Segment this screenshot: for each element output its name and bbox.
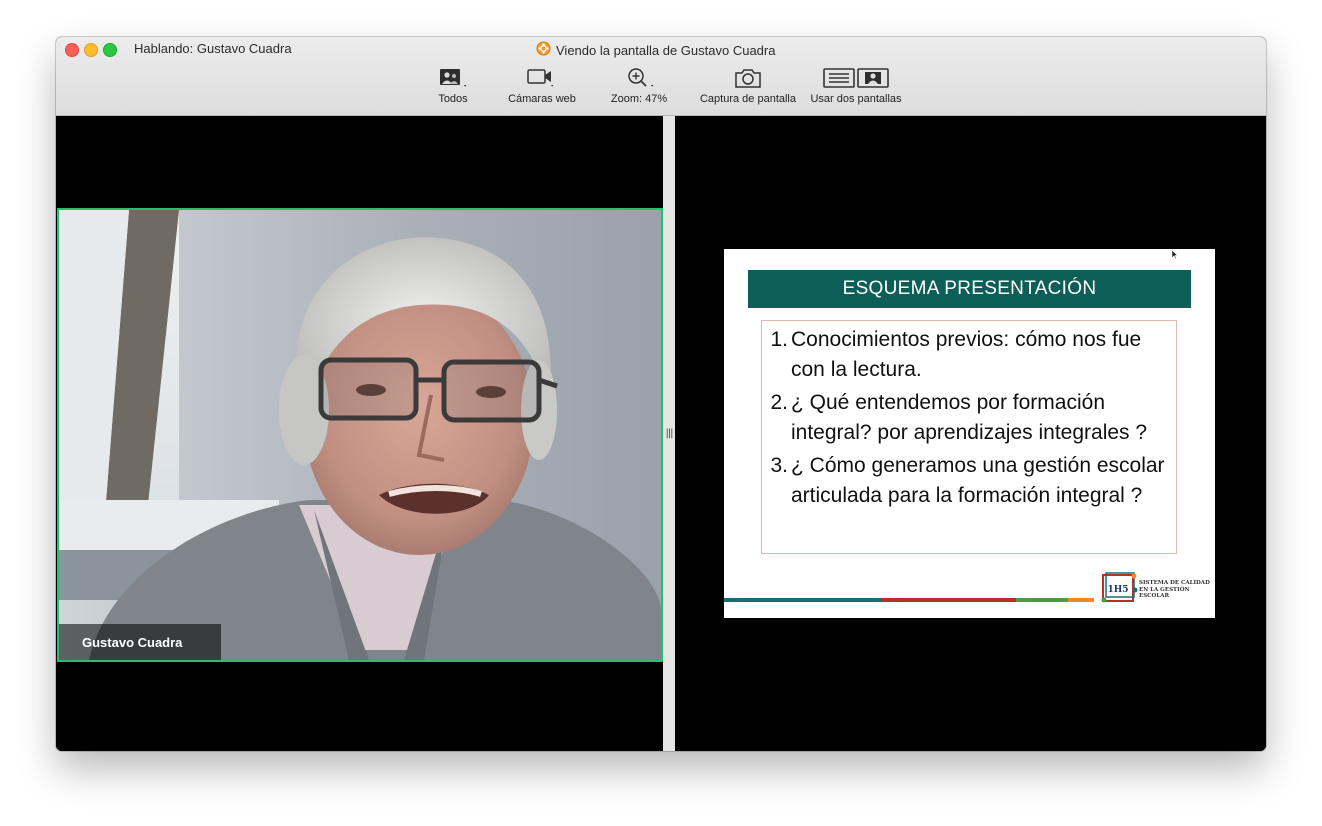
slide-content-box: 1. Conocimientos previos: cómo nos fue c… [761,320,1177,554]
zoom-in-icon [619,65,659,91]
slide-list-item: 2. ¿ Qué entendemos por formación integr… [762,388,1168,448]
resize-grip-icon: ||| [665,428,673,439]
close-window-button[interactable] [65,43,79,57]
zoom-share-icon [536,41,551,59]
slide-color-bar [724,598,1094,602]
participant-name-tag: Gustavo Cuadra [59,624,221,660]
split-view-divider[interactable]: ||| [663,116,675,751]
speaking-indicator: Hablando: Gustavo Cuadra [134,41,292,56]
mouse-pointer-icon [1172,250,1179,260]
webcams-label: Cámaras web [508,93,576,105]
maximize-window-button[interactable] [103,43,117,57]
screenshot-button[interactable]: Captura de pantalla [696,65,800,105]
svg-text:1H5: 1H5 [1107,585,1128,595]
logo-line: SISTEMA DE CALIDAD [1139,580,1210,586]
dual-screens-button[interactable]: Usar dos pantallas [808,65,904,105]
participant-video-image [59,210,661,660]
logo-text: SISTEMA DE CALIDAD EN LA GESTIÓN ESCOLAR [1139,580,1210,600]
camera-icon [733,65,763,91]
title-bar: Hablando: Gustavo Cuadra Viendo la panta… [56,37,1266,116]
gallery-view-button[interactable]: Todos [434,65,472,105]
window-title-text: Viendo la pantalla de Gustavo Cuadra [556,42,776,58]
meeting-content: Gustavo Cuadra ||| ESQUEMA PRESENTACIÓN … [56,116,1266,751]
slide-item-number: 2. [770,391,788,414]
screenshot-label: Captura de pantalla [699,93,796,105]
zoom-level-button[interactable]: Zoom: 47% [608,65,670,105]
slide-item-text: ¿ Qué entendemos por formación integral?… [791,391,1148,444]
video-camera-icon [522,65,562,91]
dual-screens-icon [821,65,891,91]
zoom-level-label: Zoom: 47% [610,93,668,105]
minimize-window-button[interactable] [84,43,98,57]
slide-item-number: 3. [770,454,788,477]
slide-item-text: ¿ Cómo generamos una gestión escolar art… [791,454,1165,507]
participant-video[interactable]: Gustavo Cuadra [57,208,663,662]
slide-item-number: 1. [770,328,788,351]
zoom-window: Hablando: Gustavo Cuadra Viendo la panta… [56,37,1266,751]
gallery-view-label: Todos [438,93,468,105]
quality-system-logo: 1H5 SISTEMA DE CALIDAD EN LA GESTIÓN ESC… [1100,572,1212,606]
webcams-button[interactable]: Cámaras web [506,65,578,105]
shared-screen-slide: ESQUEMA PRESENTACIÓN 1. Conocimientos pr… [724,249,1215,618]
slide-list-item: 1. Conocimientos previos: cómo nos fue c… [762,325,1168,385]
window-title: Viendo la pantalla de Gustavo Cuadra [536,41,775,59]
slide-item-text: Conocimientos previos: cómo nos fue con … [791,328,1142,381]
slide-list-item: 3. ¿ Cómo generamos una gestión escolar … [762,451,1168,511]
gallery-view-icon [436,65,470,91]
logo-line: ESCOLAR [1139,593,1170,599]
dual-screens-label: Usar dos pantallas [810,93,902,105]
slide-title: ESQUEMA PRESENTACIÓN [748,270,1191,308]
